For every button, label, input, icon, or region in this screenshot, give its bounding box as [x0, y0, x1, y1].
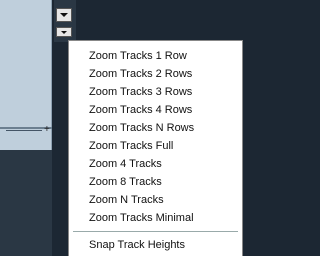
menu-separator: [73, 231, 238, 232]
track-zoom-menu-button[interactable]: [56, 27, 72, 37]
zoom-slider-track[interactable]: [6, 130, 42, 131]
track-zoom-dropdown-button[interactable]: [56, 8, 72, 22]
menu-item-zoom-8-tracks[interactable]: Zoom 8 Tracks: [69, 173, 242, 191]
menu-item-zoom-tracks-minimal[interactable]: Zoom Tracks Minimal: [69, 209, 242, 227]
menu-item-zoom-tracks-2-rows[interactable]: Zoom Tracks 2 Rows: [69, 65, 242, 83]
zoom-tracks-menu: Zoom Tracks 1 Row Zoom Tracks 2 Rows Zoo…: [68, 40, 243, 256]
menu-item-snap-track-heights[interactable]: Snap Track Heights: [69, 236, 242, 254]
zoom-in-icon[interactable]: +: [44, 124, 50, 135]
menu-item-zoom-tracks-4-rows[interactable]: Zoom Tracks 4 Rows: [69, 101, 242, 119]
app-window: + Zoom Tracks 1 Row Zoom Tracks 2 Rows Z…: [0, 0, 294, 256]
chevron-down-icon: [60, 13, 68, 17]
menu-item-zoom-tracks-1-row[interactable]: Zoom Tracks 1 Row: [69, 47, 242, 65]
menu-item-zoom-tracks-full[interactable]: Zoom Tracks Full: [69, 137, 242, 155]
menu-item-zoom-tracks-3-rows[interactable]: Zoom Tracks 3 Rows: [69, 83, 242, 101]
track-list-lower: [0, 150, 52, 256]
menu-item-zoom-4-tracks[interactable]: Zoom 4 Tracks: [69, 155, 242, 173]
chevron-down-icon: [61, 30, 67, 34]
zoom-slider[interactable]: +: [6, 124, 52, 136]
menu-item-zoom-tracks-n-rows[interactable]: Zoom Tracks N Rows: [69, 119, 242, 137]
menu-item-zoom-n-tracks[interactable]: Zoom N Tracks: [69, 191, 242, 209]
